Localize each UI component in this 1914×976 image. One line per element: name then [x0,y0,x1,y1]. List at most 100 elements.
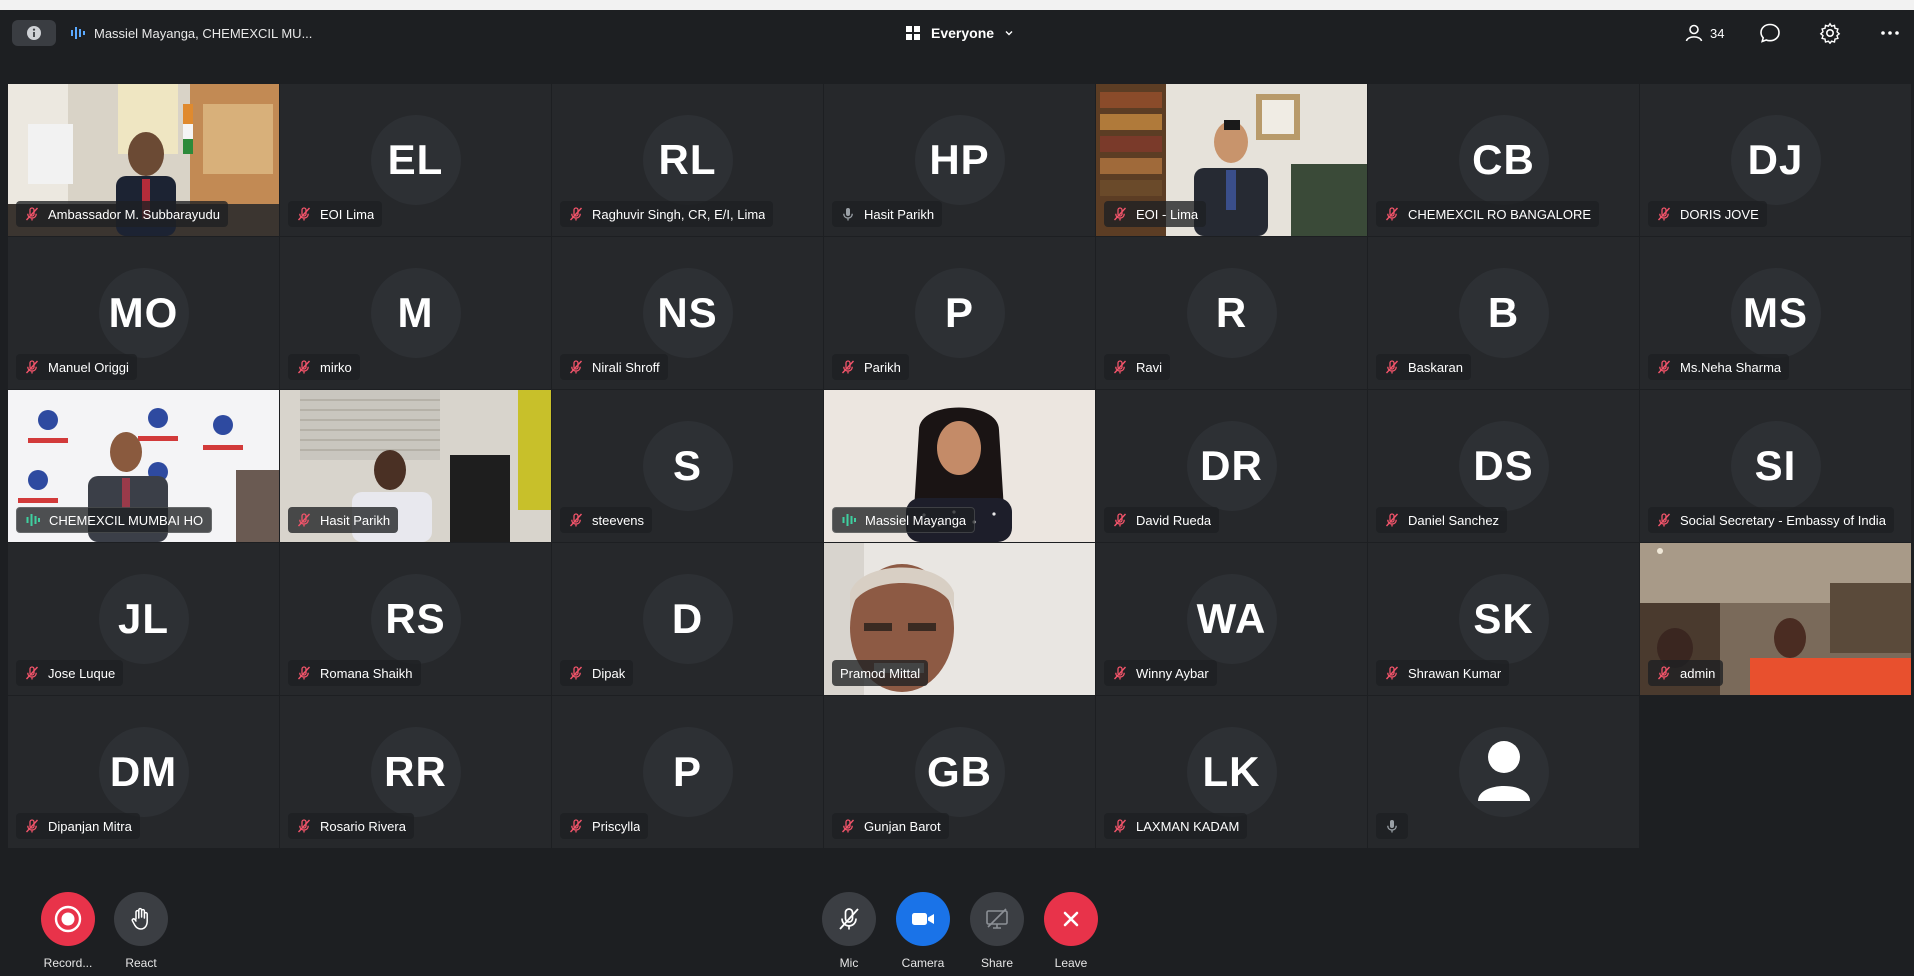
view-selector[interactable]: Everyone [905,18,1014,48]
participant-tile[interactable]: WA Winny Aybar [1096,543,1367,695]
participant-initials-avatar: S [642,421,733,511]
participant-name: Priscylla [592,818,641,834]
participant-initials-avatar: M [370,268,461,358]
chat-button[interactable] [1754,18,1786,48]
participant-nametag: Hasit Parikh [832,201,943,227]
participant-tile[interactable]: Ambassador M. Subbarayudu [8,84,279,236]
participant-name: admin [1680,665,1716,681]
participant-initials-avatar: P [914,268,1005,358]
participant-tile[interactable]: RL Raghuvir Singh, CR, E/I, Lima [552,84,823,236]
browser-chrome-strip [0,0,1914,10]
mic-button[interactable]: Mic [814,892,884,970]
participant-nametag [1376,813,1408,839]
settings-button[interactable] [1814,18,1846,48]
participant-nametag: Manuel Origgi [16,354,137,380]
participant-name: mirko [320,359,352,375]
participant-name: Social Secretary - Embassy of India [1680,512,1886,528]
mic-muted-icon [1384,206,1400,222]
participant-tile[interactable]: DR David Rueda [1096,390,1367,542]
participant-tile[interactable]: JL Jose Luque [8,543,279,695]
participant-nametag: Baskaran [1376,354,1471,380]
share-button[interactable]: Share [962,892,1032,970]
participant-tile[interactable] [1368,696,1639,848]
participant-tile[interactable]: MO Manuel Origgi [8,237,279,389]
participant-tile[interactable]: SI Social Secretary - Embassy of India [1640,390,1911,542]
participant-initials-avatar: MS [1730,268,1821,358]
participant-tile[interactable]: D Dipak [552,543,823,695]
participant-initials-avatar: RL [642,115,733,205]
record-button[interactable]: Record... [33,892,103,970]
mic-off-icon [839,908,859,930]
share-screen-off-icon [986,908,1008,929]
participant-name: Ms.Neha Sharma [1680,359,1782,375]
participant-tile[interactable]: B Baskaran [1368,237,1639,389]
leave-button[interactable]: Leave [1036,892,1106,970]
participant-tile[interactable]: HP Hasit Parikh [824,84,1095,236]
participant-tile[interactable]: DM Dipanjan Mitra [8,696,279,848]
mic-muted-icon [24,665,40,681]
participant-initials-avatar: B [1458,268,1549,358]
participant-tile[interactable]: LK LAXMAN KADAM [1096,696,1367,848]
info-button[interactable] [12,20,56,46]
participant-tile[interactable]: SK Shrawan Kumar [1368,543,1639,695]
participant-tile[interactable]: CHEMEXCIL MUMBAI HO [8,390,279,542]
person-icon [1458,727,1549,817]
participant-tile[interactable]: Pramod Mittal [824,543,1095,695]
participant-name: LAXMAN KADAM [1136,818,1240,834]
participant-tile[interactable]: EOI - Lima [1096,84,1367,236]
react-button[interactable]: React [106,892,176,970]
mic-muted-icon [568,206,584,222]
mic-icon [840,206,856,222]
raise-hand-icon [131,907,148,930]
participant-tile[interactable]: GB Gunjan Barot [824,696,1095,848]
participant-name: Hasit Parikh [320,512,391,528]
participant-tile[interactable]: admin [1640,543,1911,695]
more-options-button[interactable] [1874,18,1906,48]
participant-name: CHEMEXCIL MUMBAI HO [49,512,204,528]
participant-name: EOI Lima [320,206,375,222]
participant-tile[interactable]: P Priscylla [552,696,823,848]
leave-label: Leave [1054,956,1088,970]
participant-initials-avatar: EL [370,115,461,205]
participant-tile[interactable]: R Ravi [1096,237,1367,389]
camera-label: Camera [901,956,945,970]
participant-name: Nirali Shroff [592,359,660,375]
participant-initials-avatar: DR [1186,421,1277,511]
participant-nametag: Massiel Mayanga [832,507,976,533]
participant-initials-avatar: CB [1458,115,1549,205]
participant-tile[interactable]: MS Ms.Neha Sharma [1640,237,1911,389]
leave-circle [1044,892,1098,946]
view-label: Everyone [931,25,995,41]
participant-initials-avatar: DS [1458,421,1549,511]
participant-nametag: Priscylla [560,813,649,839]
participant-tile[interactable]: Mmirko [280,237,551,389]
participant-tile[interactable]: P Parikh [824,237,1095,389]
participant-tile[interactable]: Hasit Parikh [280,390,551,542]
participant-nametag: Jose Luque [16,660,124,686]
participant-tile[interactable]: EL EOI Lima [280,84,551,236]
participant-tile[interactable]: CB CHEMEXCIL RO BANGALORE [1368,84,1639,236]
participant-tile[interactable]: Ssteevens [552,390,823,542]
participant-nametag: CHEMEXCIL RO BANGALORE [1376,201,1600,227]
participant-name: EOI - Lima [1136,206,1199,222]
participants-button[interactable]: 34 [1684,18,1724,48]
info-icon [27,26,41,40]
participant-tile[interactable]: NS Nirali Shroff [552,237,823,389]
react-label: React [125,956,157,970]
participant-tile[interactable]: DJ DORIS JOVE [1640,84,1911,236]
participant-tile[interactable]: Massiel Mayanga [824,390,1095,542]
participants-icon [1685,24,1703,42]
mic-muted-icon [296,665,312,681]
participant-tile[interactable]: RR Rosario Rivera [280,696,551,848]
camera-button[interactable]: Camera [888,892,958,970]
participant-tile[interactable]: DS Daniel Sanchez [1368,390,1639,542]
participant-nametag: Shrawan Kumar [1376,660,1510,686]
participant-nametag: Raghuvir Singh, CR, E/I, Lima [560,201,774,227]
mic-muted-icon [568,359,584,375]
mic-muted-icon [1656,359,1672,375]
mic-muted-icon [840,818,856,834]
participant-tile[interactable]: RS Romana Shaikh [280,543,551,695]
audio-wave-icon [841,512,857,528]
participant-initials-avatar: LK [1186,727,1277,817]
record-label: Record... [43,956,93,970]
